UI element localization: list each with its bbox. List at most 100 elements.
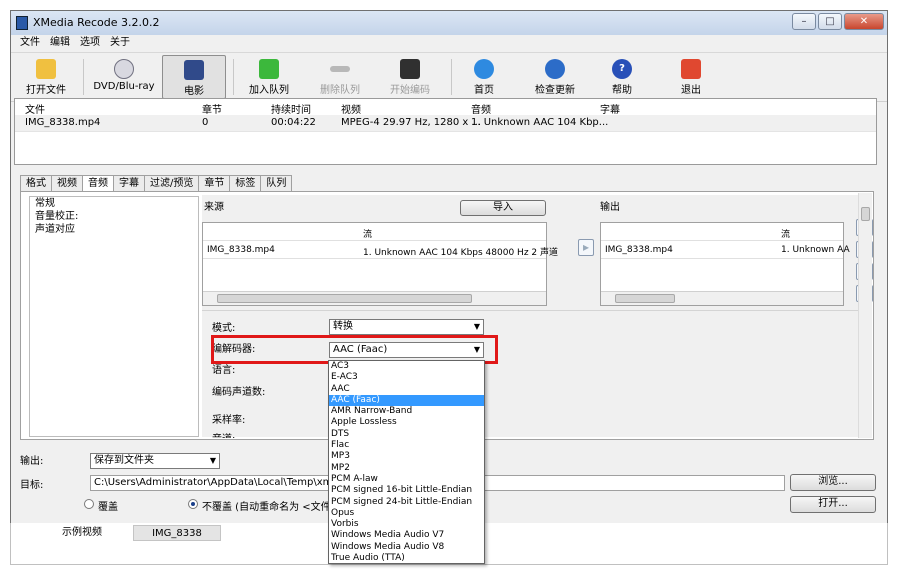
maximize-button[interactable]: □ <box>818 13 842 30</box>
target-path-value: C:\Users\Administrator\AppData\Local\Tem… <box>94 477 337 488</box>
tab-sample-video[interactable]: 示例视频 <box>47 525 117 541</box>
add-queue-label: 加入队列 <box>249 85 289 96</box>
menu-about[interactable]: 关于 <box>110 35 130 51</box>
tab-img-8338[interactable]: IMG_8338 <box>133 525 221 541</box>
col-duration[interactable]: 持续时间 <box>271 101 311 116</box>
dropdown-option[interactable]: AMR Narrow-Band <box>329 406 484 417</box>
arrow-right-icon[interactable]: ▸ <box>578 239 594 256</box>
dropdown-option[interactable]: E-AC3 <box>329 372 484 383</box>
grid-divider <box>15 131 876 132</box>
mode-value: 转换 <box>333 321 353 332</box>
dropdown-option[interactable]: Flac <box>329 440 484 451</box>
output-mode-select[interactable]: 保存到文件夹 ▼ <box>90 453 220 469</box>
dropdown-option[interactable]: PCM signed 16-bit Little-Endian <box>329 485 484 496</box>
output-label: 输出 <box>600 202 620 213</box>
chevron-down-icon: ▼ <box>209 456 216 465</box>
scroll-thumb[interactable] <box>615 294 675 303</box>
output-row-stream: 1. Unknown AA <box>781 245 850 255</box>
source-row-file: IMG_8338.mp4 <box>207 245 275 255</box>
tab-filter-preview[interactable]: 过滤/预览 <box>144 175 200 191</box>
table-row[interactable]: IMG_8338.mp4 0 00:04:22 MPEG-4 29.97 Hz,… <box>15 115 876 131</box>
encoder-dropdown-list[interactable]: AC3 E-AC3 AAC AAC (Faac) AMR Narrow-Band… <box>328 360 485 564</box>
toolbar-separator <box>233 59 234 95</box>
start-encode-button[interactable]: 开始编码 <box>379 55 441 99</box>
audio-section-list: 常规 音量校正: 声道对应 <box>29 196 199 437</box>
source-label: 来源 <box>204 202 224 213</box>
import-button[interactable]: 导入 <box>460 200 546 216</box>
add-queue-button[interactable]: 加入队列 <box>239 55 299 99</box>
col-file[interactable]: 文件 <box>25 101 45 116</box>
dropdown-option[interactable]: AAC <box>329 384 484 395</box>
scroll-thumb[interactable] <box>217 294 472 303</box>
stream-pane: 来源 导入 输出 流 IMG_8338.mp4 1. Unknown AAC 1… <box>202 195 873 310</box>
list-item[interactable]: IMG_8338.mp4 1. Unknown AA <box>601 241 850 259</box>
tab-audio[interactable]: 音频 <box>82 175 114 192</box>
dropdown-option[interactable]: PCM A-law <box>329 474 484 485</box>
close-button[interactable]: ✕ <box>844 13 884 30</box>
list-item-channel-map[interactable]: 声道对应 <box>30 223 198 236</box>
minus-icon <box>330 66 350 72</box>
no-overwrite-label: 不覆盖 (自动重命名为 <文件 <box>202 502 331 513</box>
open-folder-button[interactable]: 打开... <box>790 496 876 513</box>
check-update-button[interactable]: 检查更新 <box>525 55 585 99</box>
cell-file: IMG_8338.mp4 <box>25 117 101 128</box>
list-item[interactable]: IMG_8338.mp4 1. Unknown AAC 104 Kbps 480… <box>203 241 558 259</box>
help-button[interactable]: ? 帮助 <box>597 55 647 99</box>
dropdown-option[interactable]: PCM signed 24-bit Little-Endian <box>329 497 484 508</box>
home-button[interactable]: 首页 <box>459 55 509 99</box>
dvd-bluray-button[interactable]: DVD/Blu-ray <box>89 55 159 99</box>
minimize-button[interactable]: – <box>792 13 816 30</box>
tab-format[interactable]: 格式 <box>20 175 52 191</box>
panel-vscroll[interactable] <box>858 193 872 438</box>
no-overwrite-radio[interactable] <box>188 499 198 509</box>
source-hscroll[interactable] <box>203 291 546 305</box>
dropdown-option[interactable]: Opus <box>329 508 484 519</box>
dropdown-option[interactable]: Windows Media Audio V8 <box>329 542 484 553</box>
tab-video[interactable]: 视频 <box>51 175 83 191</box>
toolbar-separator <box>451 59 452 95</box>
open-file-button[interactable]: 打开文件 <box>15 55 77 99</box>
help-label: 帮助 <box>612 85 632 96</box>
more-label: 音道: <box>212 430 235 438</box>
menu-options[interactable]: 选项 <box>80 35 100 51</box>
tab-subtitle[interactable]: 字幕 <box>113 175 145 191</box>
list-item-volume[interactable]: 音量校正: <box>30 210 198 223</box>
refresh-icon <box>545 59 565 79</box>
output-stream-list[interactable]: 流 IMG_8338.mp4 1. Unknown AA <box>600 222 850 306</box>
dropdown-option[interactable]: MP2 <box>329 463 484 474</box>
dropdown-option[interactable]: Vorbis <box>329 519 484 530</box>
overwrite-radio[interactable] <box>84 499 94 509</box>
output-hscroll[interactable] <box>601 291 843 305</box>
output-mode-label: 输出: <box>20 456 44 467</box>
menu-file[interactable]: 文件 <box>20 35 40 51</box>
dropdown-option[interactable]: Windows Media Audio V7 <box>329 530 484 541</box>
col-audio[interactable]: 音频 <box>471 101 491 116</box>
dropdown-option[interactable]: AC3 <box>329 361 484 372</box>
movie-button[interactable]: 电影 <box>162 55 226 99</box>
dropdown-option[interactable]: True Audio (TTA) <box>329 553 484 564</box>
tab-tags[interactable]: 标签 <box>229 175 262 191</box>
tab-queue[interactable]: 队列 <box>260 175 293 191</box>
list-item-general[interactable]: 常规 <box>30 197 198 210</box>
exit-button[interactable]: 退出 <box>667 55 715 99</box>
mode-select[interactable]: 转换 ▼ <box>329 319 484 335</box>
remove-queue-button[interactable]: 删除队列 <box>309 55 371 99</box>
target-label: 目标: <box>20 480 44 491</box>
menu-edit[interactable]: 编辑 <box>50 35 70 51</box>
col-video[interactable]: 视频 <box>341 101 361 116</box>
scroll-thumb[interactable] <box>861 207 870 221</box>
dropdown-option[interactable]: MP3 <box>329 451 484 462</box>
chevron-down-icon: ▼ <box>473 322 480 331</box>
exit-label: 退出 <box>681 85 701 96</box>
dropdown-option-selected[interactable]: AAC (Faac) <box>329 394 484 407</box>
source-col-stream: 流 <box>363 230 373 240</box>
col-chapter[interactable]: 章节 <box>202 101 222 116</box>
cell-audio: 1. Unknown AAC 104 Kbp... <box>471 117 609 128</box>
source-stream-list[interactable]: 流 IMG_8338.mp4 1. Unknown AAC 104 Kbps 4… <box>202 222 558 306</box>
dropdown-option[interactable]: DTS <box>329 429 484 440</box>
dropdown-option[interactable]: Apple Lossless <box>329 417 484 428</box>
col-subtitle[interactable]: 字幕 <box>600 101 620 116</box>
browse-button[interactable]: 浏览... <box>790 474 876 491</box>
tab-chapter[interactable]: 章节 <box>198 175 231 191</box>
source-row-stream: 1. Unknown AAC 104 Kbps 48000 Hz 2 声道 <box>363 248 558 258</box>
